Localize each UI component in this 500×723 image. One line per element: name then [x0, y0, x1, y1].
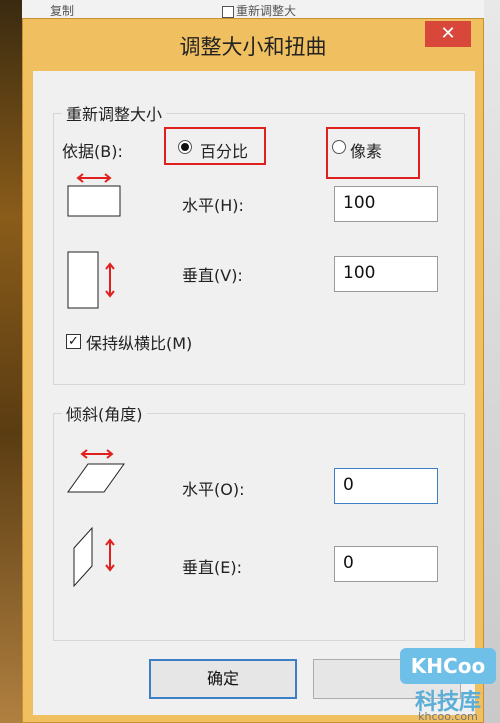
title-bar[interactable]: 调整大小和扭曲 ✕: [23, 19, 483, 71]
resize-horizontal-input[interactable]: 100: [334, 186, 438, 222]
skew-group: 倾斜(角度) 水平(O): 0 垂直(E): 0: [53, 401, 465, 641]
skew-horizontal-icon: [67, 449, 125, 493]
keep-ratio-checkbox[interactable]: ✓: [66, 334, 81, 349]
ok-button[interactable]: 确定: [149, 659, 297, 699]
keep-ratio-label[interactable]: 保持纵横比(M): [86, 330, 192, 354]
dialog-body: 重新调整大小 依据(B): 百分比 像素 水平(H): 100 垂直(V): 1…: [33, 71, 475, 715]
resize-horizontal-icon: [67, 173, 121, 217]
resize-group-label: 重新调整大小: [62, 101, 167, 125]
resize-skew-dialog: 调整大小和扭曲 ✕ 重新调整大小 依据(B): 百分比 像素 水平(H): 10…: [22, 18, 484, 723]
skew-vertical-label: 垂直(E):: [182, 558, 242, 577]
skew-group-label: 倾斜(角度): [62, 401, 147, 425]
basis-label: 依据(B):: [62, 142, 123, 161]
percent-radio-label[interactable]: 百分比: [200, 138, 248, 162]
resize-vertical-icon: [67, 251, 115, 309]
watermark-url: khcoo.com: [418, 710, 478, 723]
close-button[interactable]: ✕: [425, 21, 471, 47]
background-checkbox: [222, 6, 234, 18]
background-copy-label: 复制: [50, 4, 75, 18]
resize-vertical-label: 垂直(V):: [182, 266, 243, 285]
skew-vertical-input[interactable]: 0: [334, 546, 438, 582]
pixel-radio-label[interactable]: 像素: [350, 138, 382, 162]
background-resize-label: 重新调整大: [236, 4, 297, 18]
skew-horizontal-label: 水平(O):: [182, 480, 245, 499]
resize-horizontal-label: 水平(H):: [182, 196, 244, 215]
khcoo-watermark: KHCoo 科技库 khcoo.com: [398, 648, 498, 723]
background-image-strip: [0, 0, 22, 723]
skew-vertical-icon: [73, 526, 115, 588]
background-right-strip: [484, 0, 500, 723]
skew-horizontal-input[interactable]: 0: [334, 468, 438, 504]
resize-vertical-input[interactable]: 100: [334, 256, 438, 292]
resize-group: 重新调整大小 依据(B): 百分比 像素 水平(H): 100 垂直(V): 1…: [53, 101, 465, 385]
dialog-title: 调整大小和扭曲: [179, 35, 327, 59]
pixel-radio[interactable]: [332, 140, 346, 154]
watermark-badge: KHCoo: [400, 648, 496, 684]
percent-radio[interactable]: [178, 140, 192, 154]
